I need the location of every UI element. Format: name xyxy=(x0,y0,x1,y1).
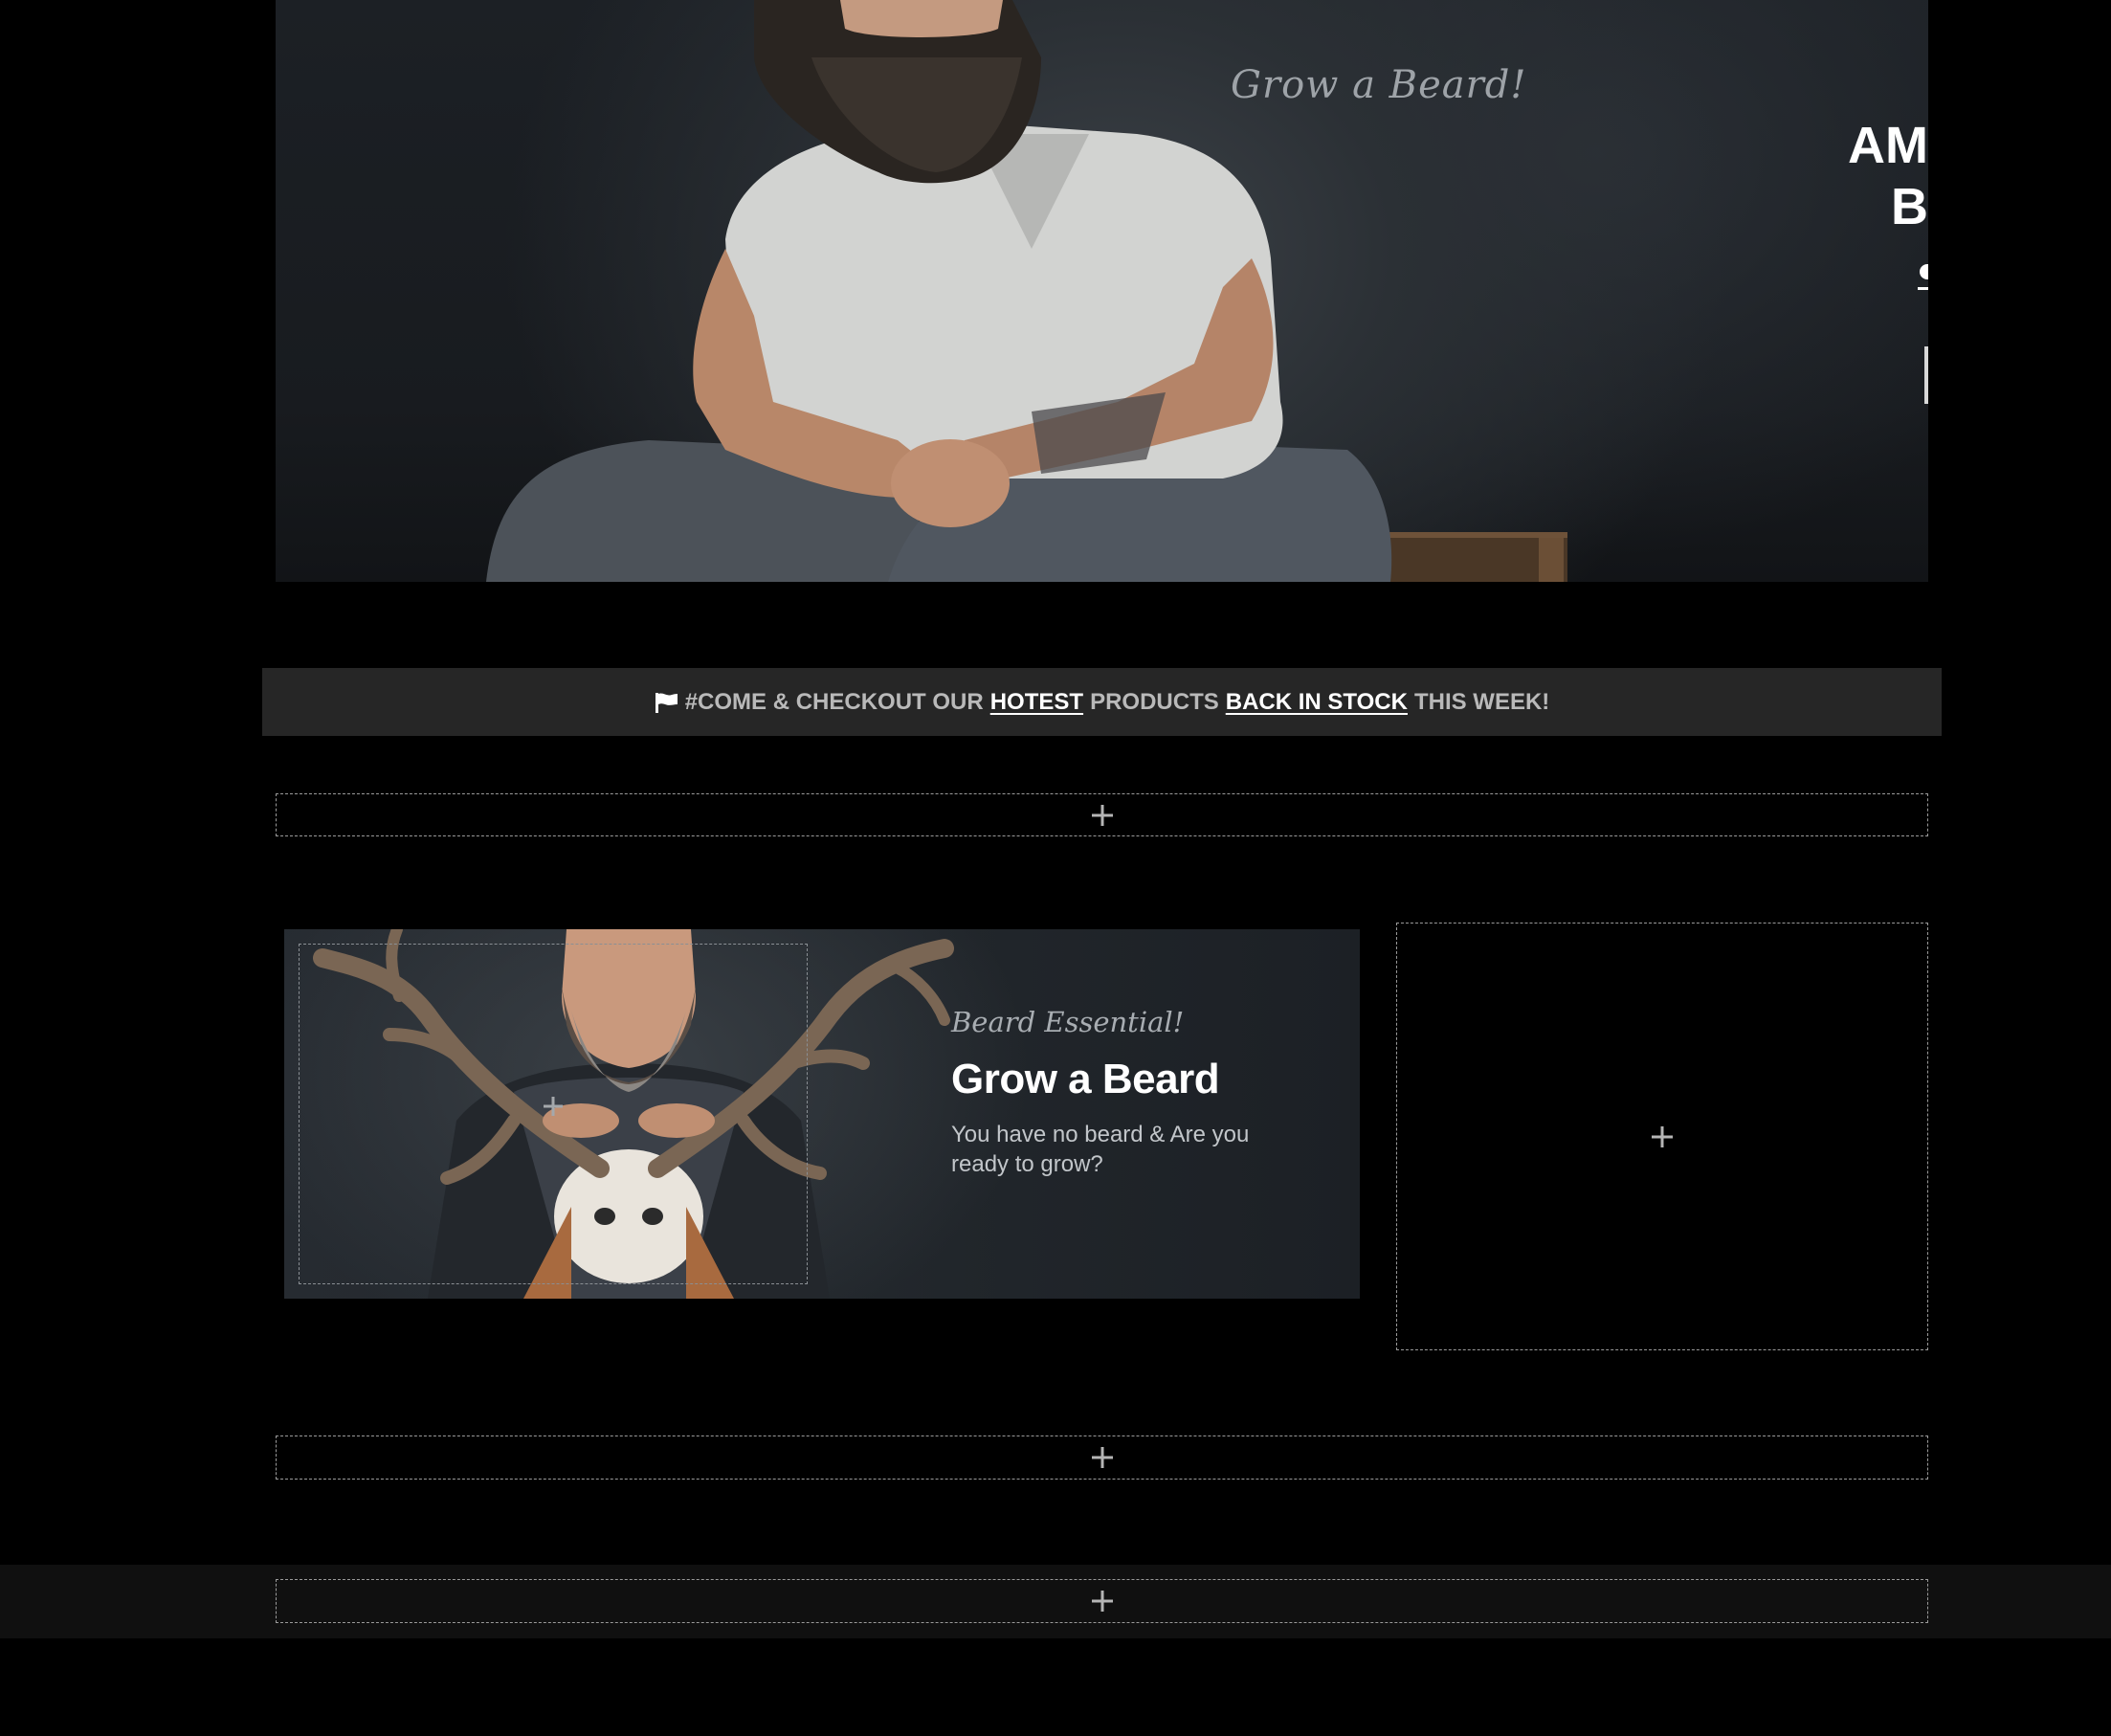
hero-cart-icon-partial[interactable] xyxy=(1918,264,1928,290)
hero-banner[interactable]: Grow a Beard! AM B xyxy=(276,0,1928,582)
promo-kicker: Beard Essential! xyxy=(951,1006,1185,1038)
promo-description: You have no beard & Are you ready to gro… xyxy=(951,1122,1250,1177)
hero-bearded-man-image xyxy=(486,0,1567,582)
add-column-block[interactable] xyxy=(1396,923,1928,1350)
plus-icon xyxy=(1651,1125,1674,1148)
back-in-stock-link[interactable]: BACK IN STOCK xyxy=(1226,689,1408,716)
add-footer-block[interactable] xyxy=(276,1579,1928,1623)
page: Grow a Beard! AM B #COME & CHECKOUT OUR … xyxy=(0,0,2111,1736)
promo-title: Grow a Beard xyxy=(951,1056,1220,1102)
add-section-block[interactable] xyxy=(276,793,1928,836)
announcement-part-1: #COME & CHECKOUT OUR xyxy=(684,688,984,715)
plus-icon xyxy=(543,1096,564,1117)
hero-button-edge[interactable] xyxy=(1924,346,1928,404)
plus-icon xyxy=(1091,1590,1114,1613)
announcement-bar: #COME & CHECKOUT OUR HOTEST PRODUCTS BAC… xyxy=(262,668,1942,736)
promo-banner[interactable]: Beard Essential! Grow a Beard You have n… xyxy=(284,929,1360,1299)
hero-heading-line-2: B xyxy=(1891,178,1928,235)
announcement-text: #COME & CHECKOUT OUR HOTEST PRODUCTS BAC… xyxy=(655,688,1550,716)
hero-heading: AM B xyxy=(1737,115,1928,237)
announcement-part-3: THIS WEEK! xyxy=(1413,688,1550,715)
hero-tagline: Grow a Beard! xyxy=(1231,63,1527,107)
hero-heading-line-1: AM xyxy=(1848,117,1928,174)
plus-icon xyxy=(1091,804,1114,827)
hotest-link[interactable]: HOTEST xyxy=(990,689,1083,716)
add-section-block[interactable] xyxy=(276,1436,1928,1480)
plus-icon xyxy=(1091,1446,1114,1469)
flag-icon xyxy=(655,692,678,713)
announcement-part-2: PRODUCTS xyxy=(1090,688,1219,715)
